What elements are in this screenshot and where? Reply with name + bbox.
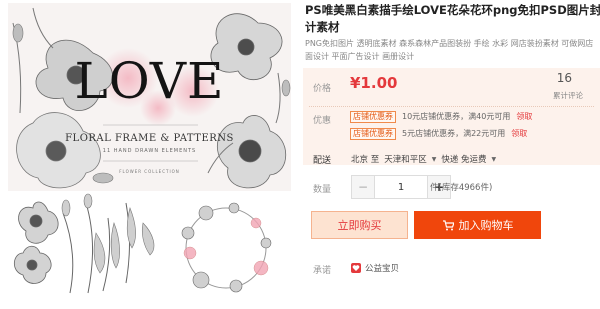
coupon-claim-link[interactable]: 领取 [516, 111, 532, 123]
product-tags-line: 面设计 平面广告设计 画册设计 [305, 52, 415, 61]
shipping-destination[interactable]: 天津和平区 [384, 153, 427, 165]
product-info-panel: PS唯美黑白素描手绘LOVE花朵花环png免扣PSD图片封面 计素材 PNG免扣… [303, 0, 600, 309]
promise-text: 公益宝贝 [365, 264, 400, 274]
product-gallery: LOVE FLORAL FRAME & PATTERNS 11 HAND DRA… [0, 0, 297, 309]
stock-info: 件(库存4966件) [430, 183, 493, 193]
image-subtitle: FLORAL FRAME & PATTERNS [65, 133, 234, 144]
cart-icon [442, 220, 454, 231]
coupon-tag: 店铺优惠券 [350, 111, 396, 123]
product-main-image[interactable]: LOVE FLORAL FRAME & PATTERNS 11 HAND DRA… [8, 3, 291, 191]
buy-now-button[interactable]: 立即购买 [311, 211, 408, 239]
product-tags-line: PNG免扣图片 透明底素材 森系森林产品图装扮 手绘 水彩 网店装扮素材 可做网… [305, 39, 594, 48]
chevron-down-icon[interactable]: ▼ [492, 156, 497, 163]
promise-label: 承诺 [313, 266, 332, 276]
product-title: PS唯美黑白素描手绘LOVE花朵花环png免扣PSD图片封面 [305, 3, 600, 17]
image-collection-label: FLOWER COLLECTION [119, 169, 180, 174]
add-to-cart-button[interactable]: 加入购物车 [414, 211, 541, 239]
coupon-row: 店铺优惠券 5元店铺优惠券，满22元可用 领取 [350, 128, 527, 140]
review-label[interactable]: 累计评论 [553, 90, 583, 101]
add-to-cart-label: 加入购物车 [458, 219, 514, 232]
shipping-from: 北京 至 [351, 155, 380, 165]
coupon-claim-link[interactable]: 领取 [511, 128, 527, 140]
promo-label: 优惠 [313, 116, 332, 126]
price-box: 价格 ¥1.00 16 累计评论 优惠 店铺优惠券 10元店铺优惠券，满40元可… [303, 68, 600, 165]
charity-icon [351, 263, 361, 273]
price-label: 价格 [313, 84, 332, 94]
coupon-text: 10元店铺优惠券，满40元可用 [402, 112, 511, 121]
floral-elements-illustration [13, 193, 272, 294]
price-value: ¥1.00 [350, 74, 398, 92]
chevron-down-icon[interactable]: ▼ [432, 156, 437, 163]
quantity-label: 数量 [313, 185, 332, 195]
review-count[interactable]: 16 [557, 71, 572, 85]
quantity-input[interactable]: 1 [375, 176, 427, 198]
image-tagline: 11 HAND DRAWN ELEMENTS [102, 148, 197, 154]
image-headline: LOVE [74, 52, 225, 110]
coupon-row: 店铺优惠券 10元店铺优惠券，满40元可用 领取 [350, 111, 532, 123]
coupon-text: 5元店铺优惠券，满22元可用 [402, 129, 506, 138]
product-title-continued: 计素材 [305, 20, 340, 34]
price-divider [309, 106, 594, 107]
quantity-decrease-button[interactable]: − [352, 176, 375, 198]
shipping-label: 配送 [313, 156, 332, 166]
shipping-info: 北京 至 天津和平区 ▼ 快递 免运费 ▼ [351, 153, 496, 165]
product-tags: PNG免扣图片 透明底素材 森系森林产品图装扮 手绘 水彩 网店装扮素材 可做网… [305, 37, 600, 63]
coupon-tag: 店铺优惠券 [350, 128, 396, 140]
promise-item[interactable]: 公益宝贝 [351, 262, 399, 274]
shipping-method[interactable]: 快递 免运费 [441, 153, 486, 165]
